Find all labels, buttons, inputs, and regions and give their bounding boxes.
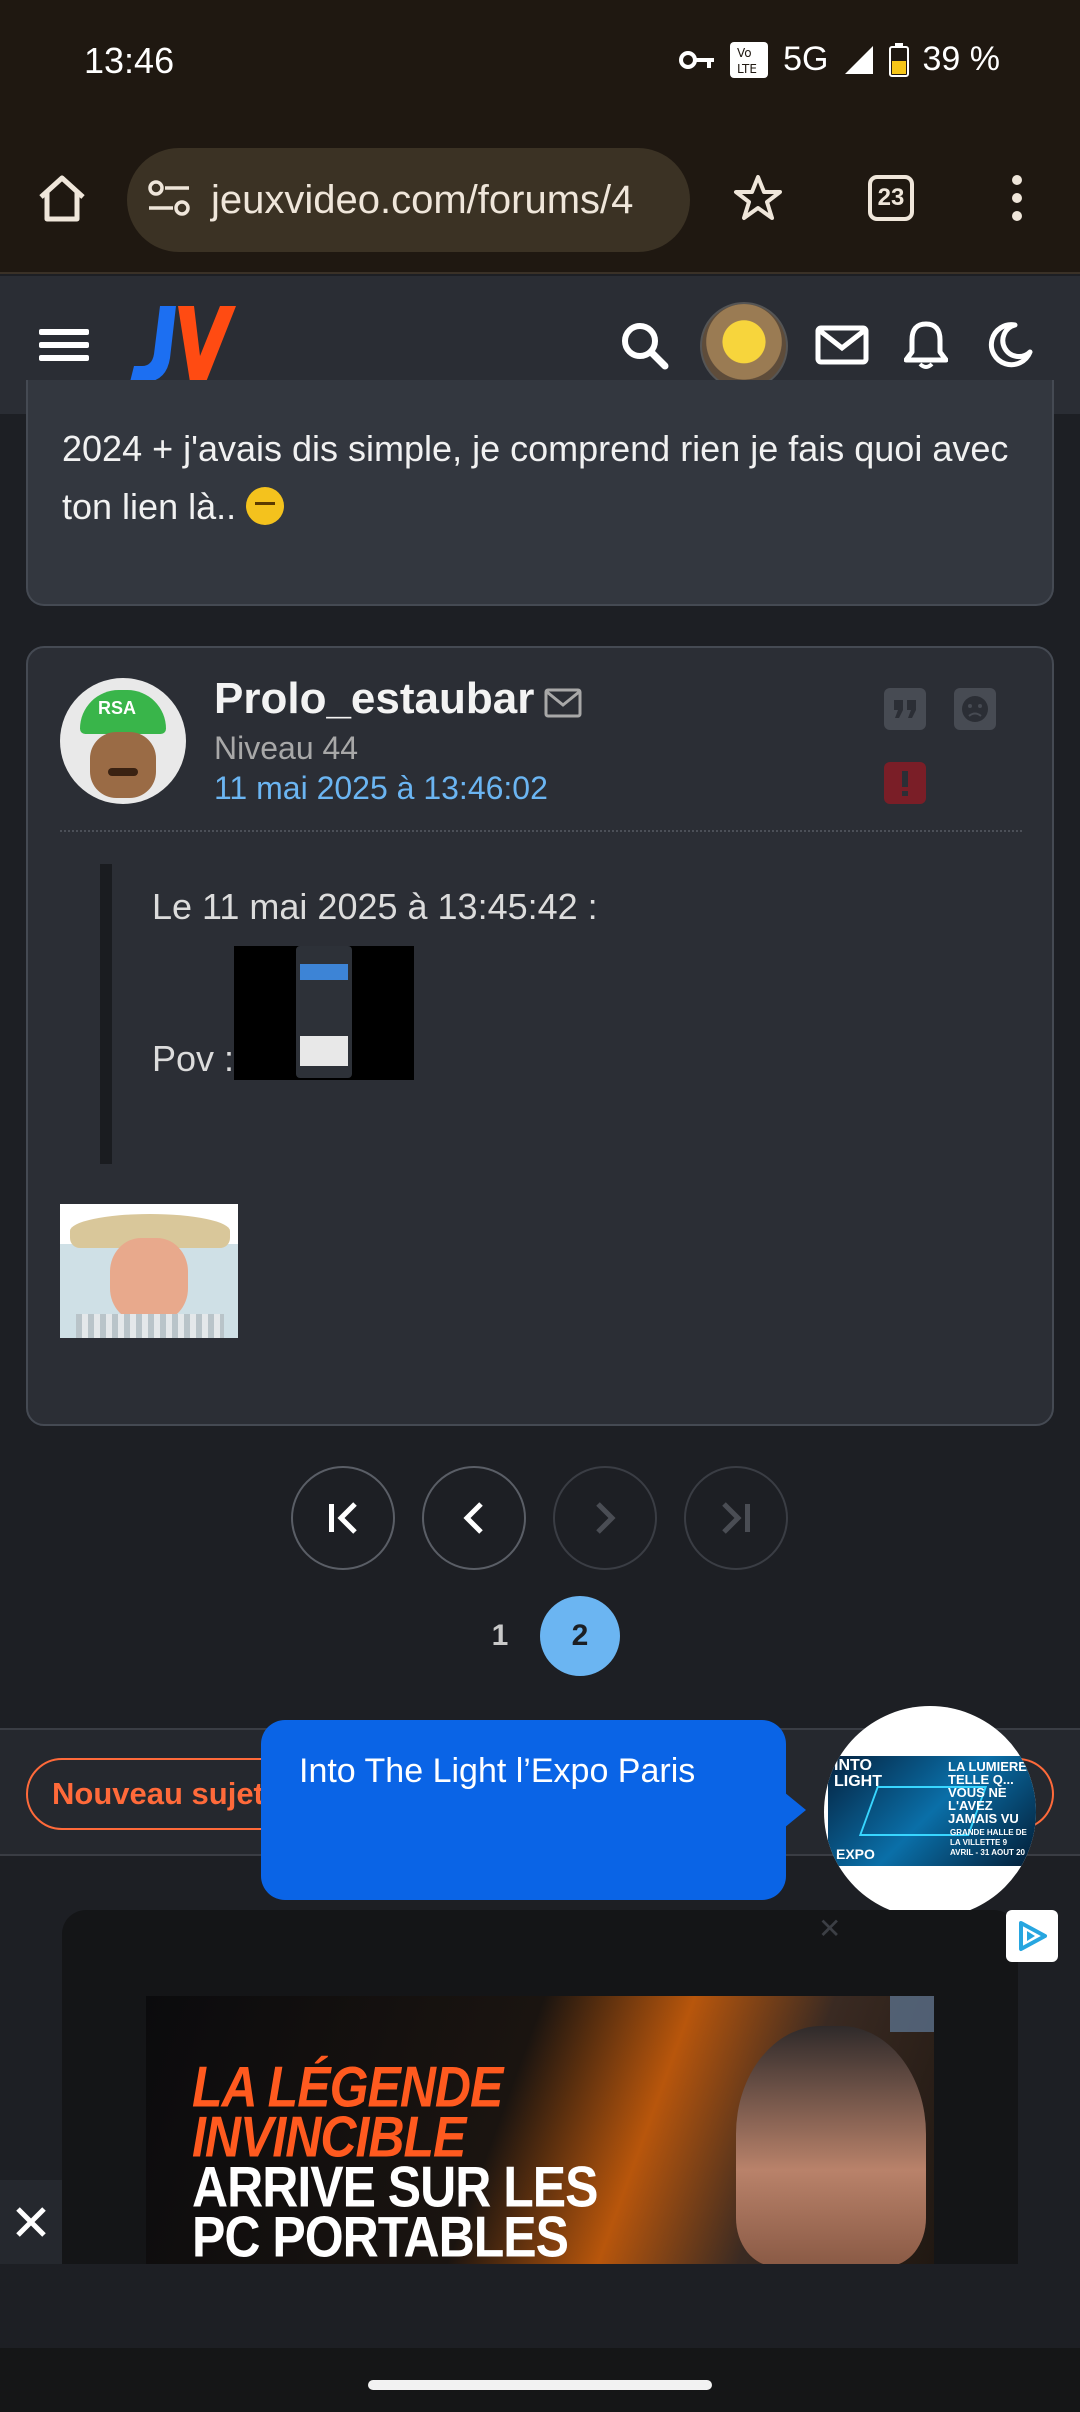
next-page-button[interactable] (553, 1466, 657, 1570)
bookmark-button[interactable] (718, 158, 798, 238)
home-icon (39, 175, 85, 222)
first-page-button[interactable] (291, 1466, 395, 1570)
bell-icon (904, 321, 948, 369)
quote-icon (894, 700, 916, 718)
ad-bubble[interactable]: Into The Light l’Expo Paris (261, 1720, 806, 1900)
messages-button[interactable] (808, 311, 876, 379)
forum-post: RSA Prolo_estaubar Niveau 44 11 mai 2025… (26, 646, 1054, 1426)
chevron-right-icon (596, 1502, 616, 1534)
first-page-icon (329, 1502, 357, 1534)
status-bar: 13:46 Vo LTE 5G 39 % (0, 0, 1080, 128)
sad-face-icon (962, 696, 988, 722)
page-link-1[interactable]: 1 (460, 1596, 540, 1676)
menu-button[interactable] (30, 311, 98, 379)
notifications-button[interactable] (892, 311, 960, 379)
theme-toggle-button[interactable] (976, 311, 1044, 379)
adchoices-icon[interactable] (1006, 1910, 1058, 1962)
svg-text:Vo: Vo (737, 46, 752, 60)
status-icons: Vo LTE 5G 39 % (679, 40, 1000, 79)
svg-text:LTE: LTE (737, 62, 757, 76)
quote-text: Pov : (152, 1038, 235, 1079)
page-link-2-current[interactable]: 2 (540, 1596, 620, 1676)
ad-circle-dates: GRANDE HALLE DE LA VILLETTE 9 AVRIL - 31… (950, 1828, 1027, 1857)
address-bar[interactable]: jeuxvideo.com/forums/4 (127, 148, 690, 252)
ad-circle-tagline: LA LUMIERE TELLE Q... VOUS NE L'AVEZ JAM… (948, 1759, 1027, 1826)
ad-banner[interactable]: LA LÉGENDE INVINCIBLE ARRIVE SUR LES PC … (146, 1996, 934, 2264)
quote-screenshot-image[interactable] (234, 946, 414, 1080)
author-avatar[interactable]: RSA (60, 678, 186, 804)
close-icon (16, 2207, 46, 2237)
battery-percent: 39 % (922, 40, 1001, 78)
home-button[interactable] (22, 158, 102, 238)
browser-menu-button[interactable] (977, 158, 1057, 238)
hamburger-icon (39, 329, 89, 361)
signal-icon (843, 44, 875, 76)
last-page-icon (722, 1502, 750, 1534)
report-button[interactable] (884, 762, 926, 804)
alert-icon (902, 771, 908, 796)
emoji-icon (246, 487, 285, 525)
dislike-button[interactable] (954, 688, 996, 730)
ad-close-button[interactable] (0, 2180, 62, 2264)
url-text: jeuxvideo.com/forums/4 (211, 177, 634, 222)
more-vert-icon (1012, 175, 1022, 221)
ad-line-4: PC PORTABLES (192, 2204, 569, 2264)
network-type: 5G (783, 40, 829, 78)
post-divider (60, 830, 1022, 832)
search-button[interactable] (610, 311, 678, 379)
ad-character-image (736, 2026, 926, 2264)
status-time: 13:46 (84, 40, 175, 81)
send-message-icon[interactable] (544, 688, 582, 723)
ad-circle-title: INTO LIGHT (834, 1757, 882, 1790)
quote-button[interactable] (884, 688, 926, 730)
search-icon (622, 323, 669, 370)
vpn-key-icon (679, 48, 715, 72)
gesture-nav-handle[interactable] (368, 2380, 712, 2390)
ad-dismiss-icon[interactable]: ✕ (818, 1912, 841, 1945)
tab-switcher-button[interactable]: 23 (851, 158, 931, 238)
quote-header: Le 11 mai 2025 à 13:45:42 : (152, 886, 598, 927)
avatar-cap-text: RSA (98, 698, 137, 718)
post-author[interactable]: Prolo_estaubar (214, 674, 534, 724)
site-settings-icon[interactable] (147, 178, 191, 223)
ad-circle-image[interactable]: INTO LIGHT LA LUMIERE TELLE Q... VOUS NE… (824, 1706, 1036, 1918)
ad-badge-icon (890, 1996, 934, 2032)
reaction-image[interactable] (60, 1204, 238, 1338)
browser-toolbar: jeuxvideo.com/forums/4 23 (0, 128, 1080, 274)
author-level: Niveau 44 (214, 730, 359, 766)
quote-block: Le 11 mai 2025 à 13:45:42 : Pov : (100, 864, 980, 1164)
previous-page-button[interactable] (422, 1466, 526, 1570)
tab-count: 23 (868, 175, 914, 221)
moon-icon (988, 322, 1033, 368)
volte-icon: Vo LTE (729, 41, 769, 79)
previous-post: 2024 + j'avais dis simple, je comprend r… (26, 380, 1054, 606)
chevron-left-icon (463, 1502, 483, 1534)
previous-post-text: 2024 + j'avais dis simple, je comprend r… (62, 428, 1009, 527)
post-date[interactable]: 11 mai 2025 à 13:46:02 (214, 770, 548, 807)
ad-bubble-text: Into The Light l’Expo Paris (299, 1752, 696, 1790)
battery-icon (888, 42, 909, 77)
mail-icon (815, 325, 869, 365)
star-icon (734, 175, 782, 220)
last-page-button[interactable] (684, 1466, 788, 1570)
ad-circle-expo: EXPO (836, 1846, 875, 1862)
user-avatar[interactable] (700, 302, 788, 390)
